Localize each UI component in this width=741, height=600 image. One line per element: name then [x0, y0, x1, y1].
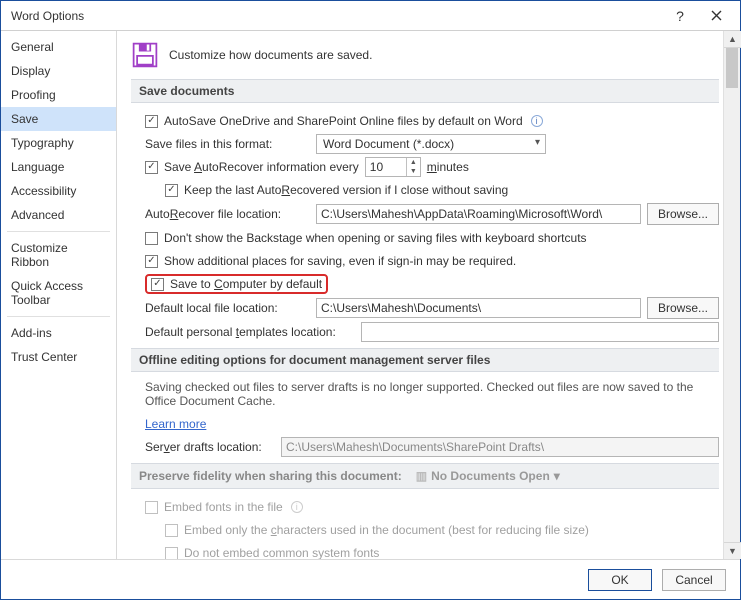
row-save-to-computer: Save to Computer by default [145, 274, 719, 294]
checkbox-autorecover[interactable] [145, 161, 158, 174]
document-icon: ▥ [416, 469, 427, 483]
sidebar-item-save[interactable]: Save [1, 107, 116, 131]
sidebar-separator [7, 316, 110, 317]
row-learn-more: Learn more [145, 414, 719, 434]
checkbox-embed-fonts [145, 501, 158, 514]
label-save-to-computer: Save to Computer by default [170, 277, 322, 291]
close-icon [711, 10, 722, 21]
input-default-local-location[interactable]: C:\Users\Mahesh\Documents\ [316, 298, 641, 318]
section-preserve-fidelity: Preserve fidelity when sharing this docu… [131, 463, 719, 489]
row-autosave-onedrive: AutoSave OneDrive and SharePoint Online … [145, 111, 719, 131]
info-icon: i [291, 501, 303, 513]
main-panel: Customize how documents are saved. Save … [117, 31, 740, 559]
sidebar-item-general[interactable]: General [1, 35, 116, 59]
label-no-embed-common: Do not embed common system fonts [184, 546, 379, 559]
cancel-button[interactable]: Cancel [662, 569, 726, 591]
label-server-drafts-location: Server drafts location: [145, 440, 275, 454]
checkbox-show-additional-places[interactable] [145, 255, 158, 268]
sidebar-separator [7, 231, 110, 232]
checkbox-keep-last[interactable] [165, 184, 178, 197]
row-server-drafts-location: Server drafts location: C:\Users\Mahesh\… [145, 437, 719, 457]
save-disk-icon [131, 41, 159, 69]
row-no-embed-common: Do not embed common system fonts [165, 543, 719, 559]
section-save-documents: Save documents [131, 79, 719, 103]
label-autosave-onedrive: AutoSave OneDrive and SharePoint Online … [164, 114, 523, 128]
label-default-templates-location: Default personal templates location: [145, 325, 355, 339]
dropdown-fidelity-document[interactable]: ▥ No Documents Open ▾ [412, 468, 564, 484]
checkbox-autosave-onedrive[interactable] [145, 115, 158, 128]
browse-autorecover-button[interactable]: Browse... [647, 203, 719, 225]
window-title: Word Options [11, 9, 662, 23]
scroll-down-arrow[interactable]: ▼ [724, 542, 741, 559]
sidebar-item-advanced[interactable]: Advanced [1, 203, 116, 227]
spinner-value[interactable]: 10 [366, 158, 406, 176]
spinner-buttons[interactable]: ▲▼ [406, 158, 420, 176]
label-show-additional-places: Show additional places for saving, even … [164, 254, 516, 268]
row-keep-last-autorecovered: Keep the last AutoRecovered version if I… [165, 180, 719, 200]
sidebar: General Display Proofing Save Typography… [1, 31, 117, 559]
checkbox-save-to-computer[interactable] [151, 278, 164, 291]
fidelity-document-selected: No Documents Open [431, 469, 550, 483]
dropdown-save-format[interactable]: Word Document (*.docx) [316, 134, 546, 154]
page-subtitle: Customize how documents are saved. [169, 48, 372, 62]
label-save-format: Save files in this format: [145, 137, 310, 151]
vertical-scrollbar[interactable]: ▲ ▼ [723, 31, 740, 559]
sidebar-item-typography[interactable]: Typography [1, 131, 116, 155]
label-embed-subset: Embed only the characters used in the do… [184, 523, 589, 537]
sidebar-item-customize-ribbon[interactable]: Customize Ribbon [1, 236, 116, 274]
dialog-body: General Display Proofing Save Typography… [1, 31, 740, 559]
checkbox-embed-subset [165, 524, 178, 537]
chevron-down-icon: ▾ [554, 469, 560, 483]
label-autorecover: Save AutoRecover information every [164, 160, 359, 174]
row-save-format: Save files in this format: Word Document… [145, 134, 719, 154]
label-dont-show-backstage: Don't show the Backstage when opening or… [164, 231, 587, 245]
row-autorecover-interval: Save AutoRecover information every 10 ▲▼… [145, 157, 719, 177]
input-default-templates-location[interactable] [361, 322, 719, 342]
browse-default-local-button[interactable]: Browse... [647, 297, 719, 319]
learn-more-link[interactable]: Learn more [145, 417, 206, 431]
row-default-templates-location: Default personal templates location: [145, 322, 719, 342]
row-embed-subset: Embed only the characters used in the do… [165, 520, 719, 540]
sidebar-item-add-ins[interactable]: Add-ins [1, 321, 116, 345]
input-server-drafts-location: C:\Users\Mahesh\Documents\SharePoint Dra… [281, 437, 719, 457]
row-dont-show-backstage: Don't show the Backstage when opening or… [145, 228, 719, 248]
label-minutes: minutes [427, 160, 469, 174]
section-offline-editing: Offline editing options for document man… [131, 348, 719, 372]
help-button[interactable]: ? [662, 2, 698, 30]
label-default-local-location: Default local file location: [145, 301, 310, 315]
sidebar-item-quick-access-toolbar[interactable]: Quick Access Toolbar [1, 274, 116, 312]
scroll-thumb[interactable] [726, 48, 738, 88]
label-autorecover-location: AutoRecover file location: [145, 207, 310, 221]
offline-editing-paragraph: Saving checked out files to server draft… [145, 380, 705, 408]
sidebar-item-language[interactable]: Language [1, 155, 116, 179]
titlebar: Word Options ? [1, 1, 740, 31]
input-autorecover-location[interactable]: C:\Users\Mahesh\AppData\Roaming\Microsof… [316, 204, 641, 224]
close-button[interactable] [698, 2, 734, 30]
sidebar-item-display[interactable]: Display [1, 59, 116, 83]
scroll-up-arrow[interactable]: ▲ [724, 31, 741, 48]
row-embed-fonts: Embed fonts in the file i [145, 497, 719, 517]
row-show-additional-places: Show additional places for saving, even … [145, 251, 719, 271]
sidebar-item-trust-center[interactable]: Trust Center [1, 345, 116, 369]
row-autorecover-location: AutoRecover file location: C:\Users\Mahe… [145, 203, 719, 225]
fidelity-title: Preserve fidelity when sharing this docu… [139, 469, 402, 483]
checkbox-dont-show-backstage[interactable] [145, 232, 158, 245]
row-default-local-location: Default local file location: C:\Users\Ma… [145, 297, 719, 319]
dialog-footer: OK Cancel [1, 559, 740, 599]
sidebar-item-accessibility[interactable]: Accessibility [1, 179, 116, 203]
label-keep-last: Keep the last AutoRecovered version if I… [184, 183, 508, 197]
sidebar-item-proofing[interactable]: Proofing [1, 83, 116, 107]
content-area: Customize how documents are saved. Save … [117, 31, 723, 559]
highlight-save-to-computer: Save to Computer by default [145, 274, 328, 294]
label-embed-fonts: Embed fonts in the file [164, 500, 283, 514]
checkbox-no-embed-common [165, 547, 178, 560]
info-icon[interactable]: i [531, 115, 543, 127]
ok-button[interactable]: OK [588, 569, 652, 591]
page-header: Customize how documents are saved. [131, 41, 719, 69]
spinner-autorecover-minutes[interactable]: 10 ▲▼ [365, 157, 421, 177]
word-options-window: Word Options ? General Display Proofing … [0, 0, 741, 600]
